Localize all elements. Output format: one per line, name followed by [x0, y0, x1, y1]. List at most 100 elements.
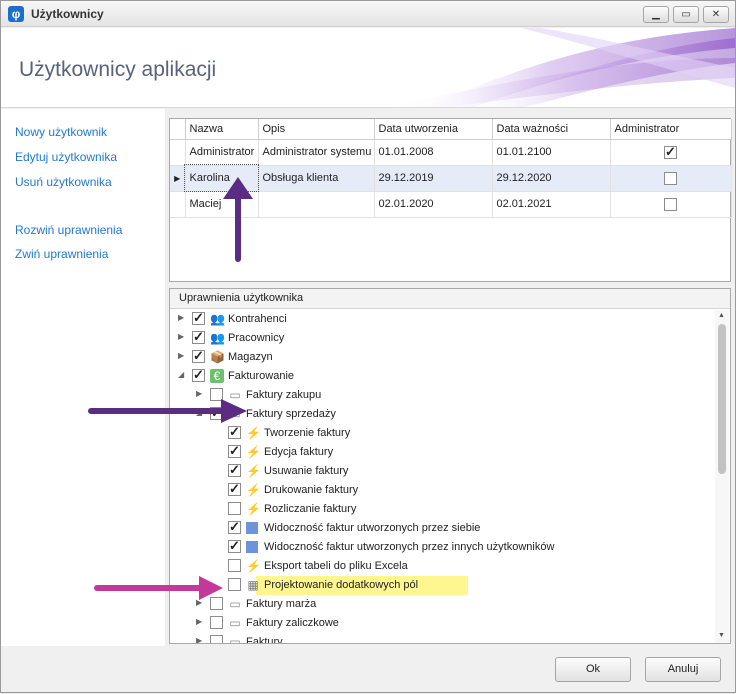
cell-created[interactable]: 29.12.2019: [374, 165, 493, 192]
column-header-expires[interactable]: Data ważności: [492, 119, 611, 140]
collapse-arrow-icon[interactable]: ◢: [196, 408, 206, 417]
tree-node-label: Kontrahenci: [228, 313, 287, 325]
expand-arrow-icon[interactable]: ▶: [196, 389, 206, 398]
expand-arrow-icon[interactable]: ▶: [178, 332, 188, 341]
scroll-up-icon[interactable]: ▲: [718, 312, 725, 319]
cell-name[interactable]: Maciej: [185, 191, 259, 218]
expand-permissions-link[interactable]: Rozwiń uprawnienia: [15, 223, 122, 237]
permissions-tree[interactable]: Uprawnienia użytkownika ▶👥Kontrahenci▶👥P…: [169, 288, 731, 644]
permission-checkbox[interactable]: [228, 559, 241, 572]
header-banner: Użytkownicy aplikacji: [1, 28, 735, 108]
ok-button[interactable]: Ok: [555, 657, 631, 682]
permission-checkbox[interactable]: [228, 462, 241, 478]
folder-gray-icon: ▭: [229, 407, 241, 421]
admin-checkbox[interactable]: [664, 171, 677, 185]
tree-node-label: Edycja faktury: [264, 446, 334, 458]
permission-checkbox[interactable]: [228, 502, 241, 515]
cell-description[interactable]: Administrator systemu: [258, 139, 375, 166]
expand-arrow-icon[interactable]: ▶: [196, 617, 206, 626]
users-grid[interactable]: Nazwa Opis Data utworzenia Data ważności…: [169, 118, 732, 282]
people-green-icon: 👥: [210, 312, 225, 326]
cell-expires[interactable]: 01.01.2100: [492, 139, 611, 166]
tree-node-label: Widoczność faktur utworzonych przez sieb…: [264, 522, 481, 534]
tree-node-label: Fakturowanie: [228, 370, 295, 382]
scroll-down-icon[interactable]: ▼: [718, 632, 725, 639]
scrollbar-thumb[interactable]: [718, 324, 726, 474]
admin-checkbox[interactable]: [664, 144, 677, 160]
row-indicator: [170, 191, 186, 218]
folder-gray-icon: ▭: [229, 616, 241, 630]
permission-checkbox[interactable]: [192, 329, 205, 345]
page-title: Użytkownicy aplikacji: [19, 58, 217, 81]
close-button[interactable]: ✕: [703, 6, 729, 23]
cell-expires[interactable]: 29.12.2020: [492, 165, 611, 192]
tree-node[interactable]: ▦ Projektowanie dodatkowych pól: [228, 576, 468, 595]
cell-description[interactable]: Obsługa klienta: [258, 165, 375, 192]
new-user-link[interactable]: Nowy użytkownik: [15, 125, 107, 139]
folder-gray-icon: ▭: [229, 597, 241, 611]
sidebar: Nowy użytkownik Edytuj użytkownika Usuń …: [1, 109, 165, 646]
grid-design-icon: ▦: [247, 578, 259, 592]
tree-node-label: Projektowanie dodatkowych pól: [264, 579, 419, 591]
permission-checkbox[interactable]: [228, 578, 241, 591]
column-header-created[interactable]: Data utworzenia: [374, 119, 493, 140]
permission-checkbox[interactable]: [228, 519, 241, 535]
tree-node-label: Faktury zaliczkowe: [246, 617, 339, 629]
tree-node-label: Rozliczanie faktury: [264, 503, 357, 515]
delete-user-link[interactable]: Usuń użytkownika: [15, 175, 112, 189]
admin-checkbox[interactable]: [664, 197, 677, 211]
table-row[interactable]: ▶ Karolina Obsługa klienta 29.12.2019 29.12.…: [170, 164, 732, 192]
permission-checkbox[interactable]: [228, 424, 241, 440]
warehouse-icon: 📦: [210, 350, 225, 364]
title-bar[interactable]: φ Użytkownicy ▁ ▭ ✕: [1, 1, 735, 27]
tree-node-label: Tworzenie faktury: [264, 427, 351, 439]
permission-checkbox[interactable]: [192, 310, 205, 326]
permission-checkbox[interactable]: [228, 443, 241, 459]
tree-node-label: Widoczność faktur utworzonych przez inny…: [264, 541, 555, 553]
lightning-icon: ⚡: [246, 502, 261, 516]
edit-user-link[interactable]: Edytuj użytkownika: [15, 150, 117, 164]
permission-checkbox[interactable]: [192, 348, 205, 364]
table-row[interactable]: Maciej 02.01.2020 02.01.2021: [170, 191, 732, 218]
expand-arrow-icon[interactable]: ▶: [178, 351, 188, 360]
permissions-header: Uprawnienia użytkownika: [170, 289, 730, 309]
app-logo-icon: φ: [8, 6, 24, 22]
users-window: φ Użytkownicy ▁ ▭ ✕ Użytkownicy aplikacj…: [0, 0, 736, 693]
permission-checkbox[interactable]: [210, 616, 223, 629]
vertical-scrollbar[interactable]: ▲ ▼: [715, 310, 729, 643]
cell-created[interactable]: 02.01.2020: [374, 191, 493, 218]
cell-expires[interactable]: 02.01.2021: [492, 191, 611, 218]
row-indicator-header: [170, 119, 186, 140]
permission-checkbox[interactable]: [210, 597, 223, 610]
permission-checkbox[interactable]: [228, 538, 241, 554]
expand-arrow-icon[interactable]: ▶: [178, 313, 188, 322]
permission-checkbox[interactable]: [210, 635, 223, 643]
cell-created[interactable]: 01.01.2008: [374, 139, 493, 166]
tree-node-label: Faktury ...: [246, 636, 295, 644]
expand-arrow-icon[interactable]: ▶: [196, 598, 206, 607]
tree-node-label: Drukowanie faktury: [264, 484, 359, 496]
permission-checkbox[interactable]: [210, 405, 223, 421]
minimize-button[interactable]: ▁: [643, 6, 669, 23]
permission-checkbox[interactable]: [228, 481, 241, 497]
column-header-description[interactable]: Opis: [258, 119, 375, 140]
cell-name[interactable]: Karolina: [184, 164, 259, 192]
cell-name[interactable]: Administrator: [185, 139, 259, 166]
collapse-permissions-link[interactable]: Zwiń uprawnienia: [15, 247, 108, 261]
column-header-admin[interactable]: Administrator: [610, 119, 732, 140]
cancel-button[interactable]: Anuluj: [645, 657, 721, 682]
collapse-arrow-icon[interactable]: ◢: [178, 370, 188, 379]
column-header-name[interactable]: Nazwa: [185, 119, 259, 140]
maximize-button[interactable]: ▭: [673, 6, 699, 23]
table-row[interactable]: Administrator Administrator systemu 01.01.…: [170, 139, 732, 166]
tree-node-label: Faktury sprzedaży: [246, 408, 336, 420]
expand-arrow-icon[interactable]: ▶: [196, 636, 206, 643]
lightning-icon: ⚡: [246, 464, 261, 478]
tree-node-label: Usuwanie faktury: [264, 465, 349, 477]
permission-checkbox[interactable]: [192, 367, 205, 383]
cell-description[interactable]: [258, 191, 375, 218]
tree-node-label: Eksport tabeli do pliku Excela: [264, 560, 408, 572]
lightning-icon: ⚡: [246, 483, 261, 497]
blue-square-icon: [246, 541, 258, 553]
permission-checkbox[interactable]: [210, 388, 223, 401]
